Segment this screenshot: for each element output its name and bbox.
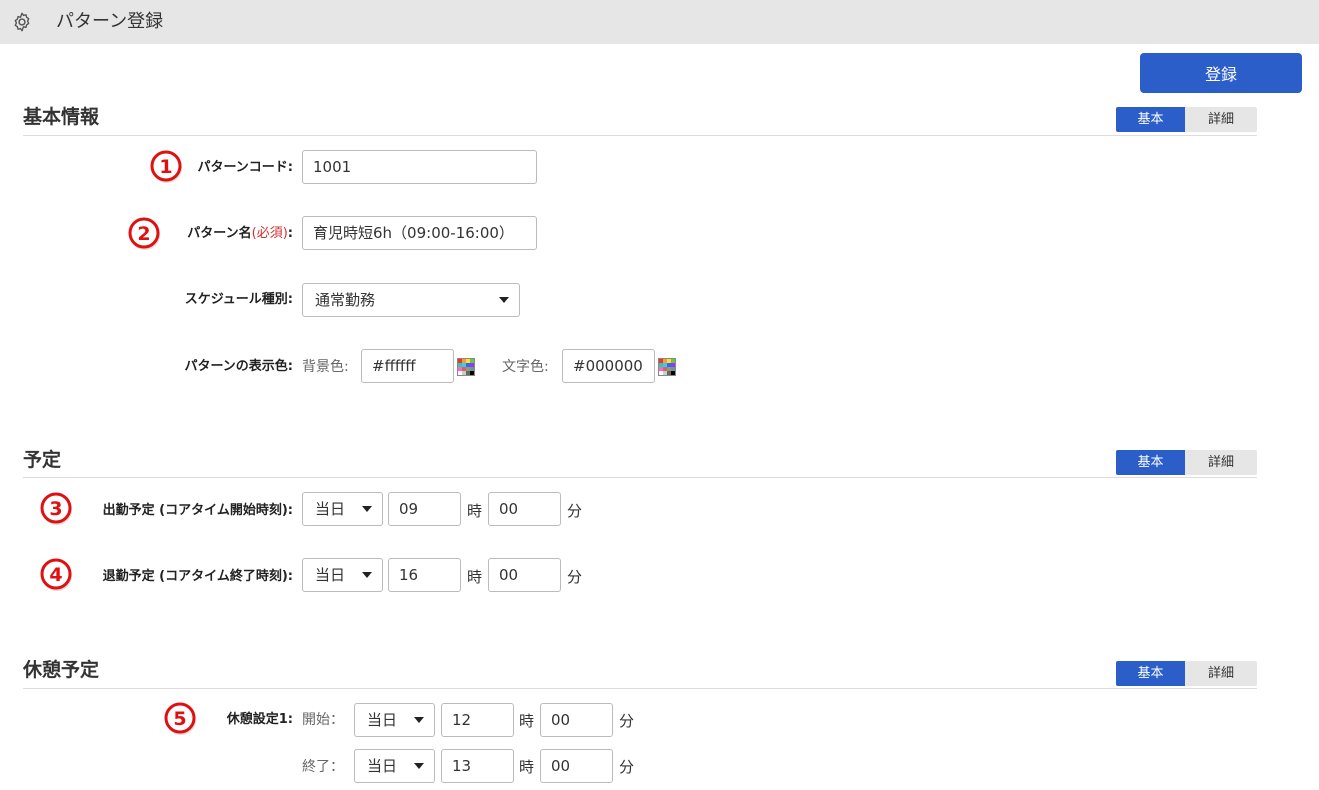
schedule-type-value: 通常勤務 <box>315 291 376 309</box>
section-title-schedule: 予定 <box>23 449 62 471</box>
schedule-type-label: スケジュール種別: <box>184 292 293 307</box>
text-color-input[interactable]: #000000 <box>562 349 655 383</box>
svg-text:1: 1 <box>159 156 172 178</box>
clock-in-minute-input[interactable]: 00 <box>488 492 561 526</box>
number-badge-4-icon: 4 <box>40 558 72 591</box>
pattern-name-label: パターン名(必須): <box>187 225 293 243</box>
section-divider <box>23 135 1257 136</box>
clock-out-day-value: 当日 <box>315 566 346 584</box>
minute-unit: 分 <box>567 502 583 520</box>
break-end-minute-input[interactable]: 00 <box>540 749 613 783</box>
clock-in-day-value: 当日 <box>315 500 346 518</box>
view-toggle-break: 基本 詳細 <box>1116 661 1257 686</box>
section-divider <box>23 688 1257 689</box>
view-toggle-schedule: 基本 詳細 <box>1116 450 1257 475</box>
break-end-day-value: 当日 <box>367 757 398 775</box>
pattern-code-label: パターンコード: <box>197 160 293 175</box>
bg-color-label: 背景色: <box>302 359 349 375</box>
minute-unit: 分 <box>619 758 635 776</box>
chevron-down-icon <box>414 717 424 723</box>
break-start-hour-input[interactable]: 12 <box>441 703 514 737</box>
clock-in-label: 出勤予定 (コアタイム開始時刻): <box>102 503 293 518</box>
pattern-name-input[interactable]: 育児時短6h（09:00-16:00） <box>302 216 537 250</box>
chevron-down-icon <box>362 506 372 512</box>
required-mark: (必須) <box>251 226 288 241</box>
label-colon: : <box>287 226 293 241</box>
toggle-detail-button[interactable]: 詳細 <box>1185 450 1257 475</box>
clock-in-day-select[interactable]: 当日 <box>302 492 383 526</box>
number-badge-3-icon: 3 <box>40 492 72 525</box>
number-badge-5-icon: 5 <box>164 702 196 735</box>
break-end-label: 終了： <box>302 759 344 775</box>
page-title: パターン登録 <box>56 11 164 32</box>
pattern-name-label-text: パターン名 <box>187 226 252 241</box>
svg-text:2: 2 <box>137 223 150 245</box>
hour-unit: 時 <box>467 502 483 520</box>
header-bar: パターン登録 <box>0 0 1319 44</box>
clock-out-day-select[interactable]: 当日 <box>302 558 383 592</box>
toggle-basic-button[interactable]: 基本 <box>1116 661 1185 686</box>
break-start-day-value: 当日 <box>367 711 398 729</box>
toggle-basic-button[interactable]: 基本 <box>1116 107 1185 132</box>
break1-label: 休憩設定1: <box>226 712 293 727</box>
hour-unit: 時 <box>519 758 535 776</box>
break-start-day-select[interactable]: 当日 <box>354 703 435 737</box>
clock-out-hour-input[interactable]: 16 <box>388 558 461 592</box>
color-palette-icon[interactable] <box>457 358 475 376</box>
svg-text:5: 5 <box>173 708 186 730</box>
section-title-break: 休憩予定 <box>23 659 100 681</box>
clock-out-label: 退勤予定 (コアタイム終了時刻): <box>102 569 293 584</box>
section-divider <box>23 477 1257 478</box>
toggle-detail-button[interactable]: 詳細 <box>1185 661 1257 686</box>
svg-text:3: 3 <box>49 498 62 520</box>
register-button[interactable]: 登録 <box>1140 53 1302 93</box>
text-color-label: 文字色: <box>502 359 549 375</box>
chevron-down-icon <box>414 763 424 769</box>
toggle-detail-button[interactable]: 詳細 <box>1185 107 1257 132</box>
minute-unit: 分 <box>619 712 635 730</box>
minute-unit: 分 <box>567 568 583 586</box>
clock-out-minute-input[interactable]: 00 <box>488 558 561 592</box>
break-end-day-select[interactable]: 当日 <box>354 749 435 783</box>
break-end-hour-input[interactable]: 13 <box>441 749 514 783</box>
display-color-label: パターンの表示色: <box>184 359 293 374</box>
hour-unit: 時 <box>519 712 535 730</box>
toggle-basic-button[interactable]: 基本 <box>1116 450 1185 475</box>
schedule-type-select[interactable]: 通常勤務 <box>302 283 520 317</box>
hour-unit: 時 <box>467 568 483 586</box>
section-title-basic-info: 基本情報 <box>23 106 100 128</box>
clock-in-hour-input[interactable]: 09 <box>388 492 461 526</box>
number-badge-2-icon: 2 <box>128 217 160 250</box>
bg-color-input[interactable]: #ffffff <box>361 349 454 383</box>
break-start-label: 開始： <box>302 712 344 728</box>
break-start-minute-input[interactable]: 00 <box>540 703 613 737</box>
color-palette-icon[interactable] <box>658 358 676 376</box>
view-toggle-basic-info: 基本 詳細 <box>1116 107 1257 132</box>
number-badge-1-icon: 1 <box>150 150 182 183</box>
pattern-code-input[interactable]: 1001 <box>302 150 537 184</box>
gear-icon[interactable] <box>11 11 33 33</box>
svg-text:4: 4 <box>49 564 62 586</box>
chevron-down-icon <box>499 297 509 303</box>
chevron-down-icon <box>362 572 372 578</box>
